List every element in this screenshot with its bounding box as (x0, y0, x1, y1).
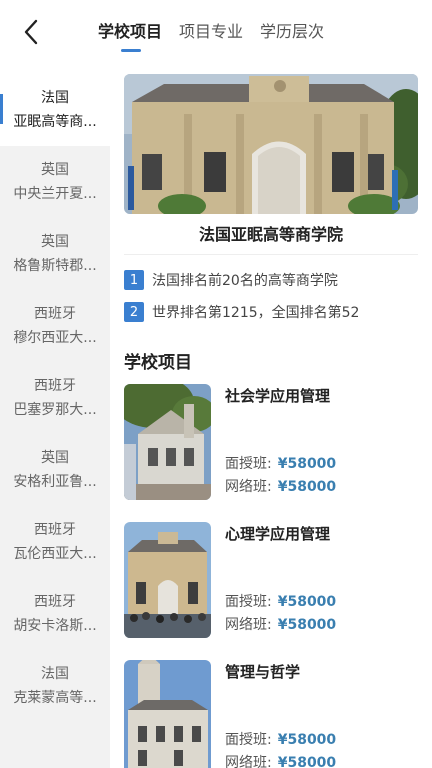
sidebar-item-school[interactable]: 英国 安格利亚鲁... (0, 434, 110, 506)
program-card[interactable]: 管理与哲学 面授班: ¥58000 网络班: ¥58000 (124, 660, 418, 768)
face-class-price: 面授班: ¥58000 (225, 453, 336, 473)
feature-text: 法国排名前20名的高等商学院 (152, 273, 338, 289)
face-class-price: 面授班: ¥58000 (225, 729, 336, 749)
sidebar-item-school-name: 克莱蒙高等... (13, 690, 97, 706)
sidebar-item-school-name: 亚眠高等商... (13, 114, 97, 130)
feature-number-badge: 2 (124, 302, 144, 322)
sidebar-item-country: 西班牙 (34, 594, 76, 610)
feature-text: 世界排名第1215，全国排名第52 (152, 305, 360, 321)
program-name: 心理学应用管理 (225, 525, 331, 543)
online-class-price: 网络班: ¥58000 (225, 752, 336, 768)
face-class-value: ¥58000 (277, 456, 337, 472)
program-card[interactable]: 社会学应用管理 面授班: ¥58000 网络班: ¥58000 (124, 384, 418, 500)
sidebar-item-country: 英国 (41, 450, 69, 466)
sidebar-item-country: 法国 (41, 666, 69, 682)
sidebar-item-country: 西班牙 (34, 378, 76, 394)
program-thumbnail (124, 522, 211, 638)
divider (124, 254, 418, 255)
tab-degree-levels[interactable]: 学历层次 (260, 20, 324, 46)
online-class-value: ¥58000 (277, 755, 337, 768)
program-thumbnail (124, 384, 211, 500)
program-thumbnail (124, 660, 211, 768)
online-class-price: 网络班: ¥58000 (225, 614, 336, 634)
sidebar-item-school[interactable]: 西班牙 瓦伦西亚大... (0, 506, 110, 578)
sidebar-item-school-name: 安格利亚鲁... (13, 474, 97, 490)
face-class-label: 面授班: (225, 732, 272, 748)
face-class-label: 面授班: (225, 456, 272, 472)
sidebar-item-school[interactable]: 英国 格鲁斯特郡... (0, 218, 110, 290)
sidebar-item-country: 西班牙 (34, 306, 76, 322)
online-class-value: ¥58000 (277, 617, 337, 633)
chevron-left-icon (24, 19, 38, 45)
sidebar-item-school[interactable]: 英国 中央兰开夏... (0, 146, 110, 218)
back-button[interactable] (18, 18, 44, 46)
feature-item: 2 世界排名第1215，全国排名第52 (124, 302, 359, 322)
sidebar-item-school[interactable]: 西班牙 巴塞罗那大... (0, 362, 110, 434)
feature-number-badge: 1 (124, 270, 144, 290)
face-class-value: ¥58000 (277, 732, 337, 748)
tab-school-projects[interactable]: 学校项目 (98, 20, 162, 52)
program-card[interactable]: 心理学应用管理 面授班: ¥58000 网络班: ¥58000 (124, 522, 418, 638)
sidebar-item-school[interactable]: 西班牙 穆尔西亚大... (0, 290, 110, 362)
top-bar: 学校项目 项目专业 学历层次 (0, 0, 432, 62)
sidebar-item-country: 西班牙 (34, 522, 76, 538)
sidebar-item-school-name: 中央兰开夏... (13, 186, 97, 202)
sidebar-item-country: 英国 (41, 162, 69, 178)
section-title: 学校项目 (124, 353, 192, 373)
sidebar-item-country: 英国 (41, 234, 69, 250)
sidebar-item-country: 法国 (41, 90, 69, 106)
sidebar-item-school[interactable]: 西班牙 胡安卡洛斯... (0, 578, 110, 650)
program-name: 社会学应用管理 (225, 387, 331, 405)
school-detail: 法国亚眠高等商学院 1 法国排名前20名的高等商学院 2 世界排名第1215，全… (110, 62, 432, 768)
online-class-label: 网络班: (225, 617, 272, 633)
school-sidebar: 法国 亚眠高等商... 英国 中央兰开夏... 英国 格鲁斯特郡... 西班牙 … (0, 74, 110, 768)
sidebar-item-school-name: 胡安卡洛斯... (13, 618, 97, 634)
face-class-label: 面授班: (225, 594, 272, 610)
face-class-value: ¥58000 (277, 594, 337, 610)
sidebar-item-school[interactable]: 法国 亚眠高等商... (0, 74, 110, 146)
school-name: 法国亚眠高等商学院 (198, 225, 343, 244)
sidebar-item-school-name: 瓦伦西亚大... (13, 546, 97, 562)
sidebar-item-school-name: 巴塞罗那大... (13, 402, 97, 418)
feature-item: 1 法国排名前20名的高等商学院 (124, 270, 338, 290)
tab-project-majors[interactable]: 项目专业 (179, 20, 243, 46)
online-class-label: 网络班: (225, 755, 272, 768)
program-name: 管理与哲学 (225, 663, 301, 681)
sidebar-item-school-name: 格鲁斯特郡... (13, 258, 97, 274)
online-class-value: ¥58000 (277, 479, 337, 495)
online-class-price: 网络班: ¥58000 (225, 476, 336, 496)
face-class-price: 面授班: ¥58000 (225, 591, 336, 611)
sidebar-item-school[interactable]: 法国 克莱蒙高等... (0, 650, 110, 722)
tab-bar: 学校项目 项目专业 学历层次 (98, 20, 324, 52)
school-hero-image (124, 74, 418, 214)
sidebar-item-school-name: 穆尔西亚大... (13, 330, 97, 346)
online-class-label: 网络班: (225, 479, 272, 495)
